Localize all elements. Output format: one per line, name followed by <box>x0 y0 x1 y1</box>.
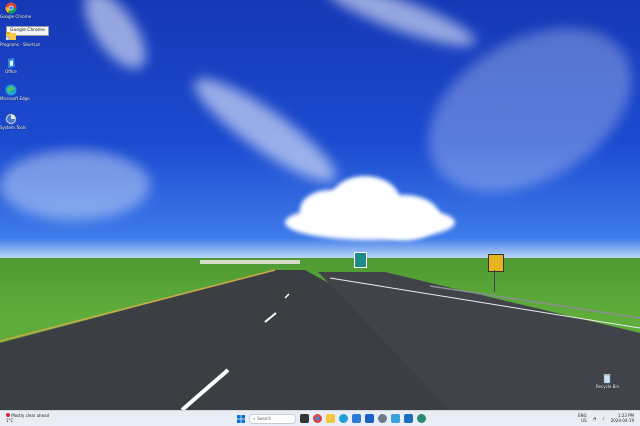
region-code: US <box>581 418 587 423</box>
chrome-icon <box>5 2 17 14</box>
mail-icon[interactable] <box>365 414 374 423</box>
desktop-icon-programs[interactable]: Programs - Shortcut <box>0 30 40 47</box>
desktop-icon-label: Office <box>5 69 17 74</box>
clock-date: 2024-04-19 <box>610 418 634 423</box>
desktop-icon-recycle-bin[interactable]: Recycle Bin <box>596 372 620 389</box>
store-icon[interactable] <box>352 414 361 423</box>
edge-icon <box>5 84 17 96</box>
overpass <box>200 260 300 264</box>
desktop-icon-edge[interactable]: Microsoft Edge <box>0 84 30 101</box>
desktop-icon-office[interactable]: Office <box>0 57 22 74</box>
cloud-streak <box>0 150 150 220</box>
cumulus-cloud <box>285 205 455 240</box>
exit-sign <box>488 254 504 272</box>
task-view-icon[interactable] <box>300 414 309 423</box>
file-explorer-icon[interactable] <box>326 414 335 423</box>
alert-icon <box>6 413 10 417</box>
weather-title: Mostly clear ahead <box>11 413 50 418</box>
search-placeholder: Search <box>257 416 271 421</box>
sign-post <box>494 270 495 292</box>
search-icon: ⌕ <box>253 416 256 421</box>
desktop-icon-label: System Tools <box>0 125 27 130</box>
system-tray: ENG US ◔ ♪ 1:23 PM 2024-04-19 <box>578 413 634 423</box>
edge-icon[interactable] <box>339 414 348 423</box>
weather-temp: 1°C <box>6 418 14 423</box>
clock[interactable]: 1:23 PM 2024-04-19 <box>611 413 634 423</box>
recycle-bin-icon <box>603 374 611 384</box>
network-icon[interactable]: ◔ <box>593 416 597 421</box>
office-icon <box>8 58 15 68</box>
desktop-icon-chrome[interactable]: Google Chrome <box>0 2 32 19</box>
desktop-wallpaper <box>0 0 640 410</box>
desktop-icon-system-tools[interactable]: System Tools <box>0 113 27 130</box>
photos-icon[interactable] <box>391 414 400 423</box>
folder-shortcut-icon <box>5 32 16 41</box>
system-tools-icon <box>5 113 17 125</box>
search-input[interactable]: ⌕ Search <box>249 413 296 424</box>
settings-icon[interactable] <box>378 414 387 423</box>
taskbar: Mostly clear ahead 1°C ⌕ Search ENG US ◔… <box>0 410 640 426</box>
desktop-icon-label: Programs - Shortcut <box>0 42 40 47</box>
security-icon[interactable] <box>404 414 413 423</box>
desktop-icon-label: Microsoft Edge <box>0 96 30 101</box>
language-indicator[interactable]: ENG US <box>578 413 587 423</box>
taskbar-apps: ⌕ Search <box>236 413 426 424</box>
desktop-icon-label: Google Chrome <box>0 14 32 19</box>
weather-widget[interactable]: Mostly clear ahead 1°C <box>6 413 49 423</box>
windows-start-icon[interactable] <box>236 414 245 423</box>
volume-icon[interactable]: ♪ <box>602 416 605 421</box>
highway <box>0 260 640 410</box>
chrome-icon[interactable] <box>313 414 322 423</box>
widgets-icon[interactable] <box>417 414 426 423</box>
route-sign <box>354 252 367 268</box>
desktop-icon-label: Recycle Bin <box>596 384 620 389</box>
